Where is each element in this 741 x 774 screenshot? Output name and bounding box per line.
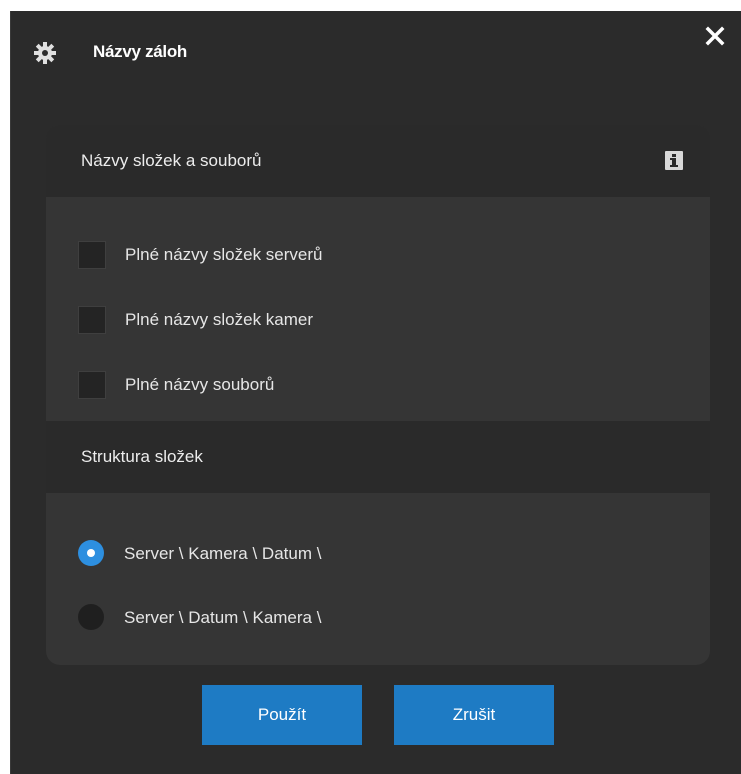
close-icon[interactable] [704, 25, 726, 47]
apply-button[interactable]: Použít [202, 685, 362, 745]
cancel-button[interactable]: Zrušit [394, 685, 554, 745]
dialog-titlebar: Názvy záloh [11, 11, 741, 83]
checkbox[interactable] [78, 306, 106, 334]
gear-icon [33, 41, 57, 65]
radio-button[interactable] [78, 604, 104, 630]
section-header-names: Názvy složek a souborů [46, 125, 710, 197]
section-header-structure: Struktura složek [46, 421, 710, 493]
option-label: Server \ Datum \ Kamera \ [124, 608, 322, 627]
option-label: Server \ Kamera \ Datum \ [124, 544, 322, 563]
option-label: Plné názvy složek serverů [125, 245, 323, 264]
option-label: Plné názvy souborů [125, 375, 275, 394]
checkbox[interactable] [78, 371, 106, 399]
radio-button[interactable] [78, 540, 104, 566]
checkbox[interactable] [78, 241, 106, 269]
section-title: Názvy složek a souborů [81, 151, 262, 170]
backup-names-dialog: Názvy záloh Názvy složek a souborů Plné … [10, 11, 741, 774]
dialog-title: Názvy záloh [93, 42, 188, 61]
section-title: Struktura složek [81, 447, 203, 466]
info-icon[interactable] [665, 151, 683, 170]
option-label: Plné názvy složek kamer [125, 310, 314, 329]
settings-panel: Názvy složek a souborů Plné názvy složek… [46, 125, 710, 665]
